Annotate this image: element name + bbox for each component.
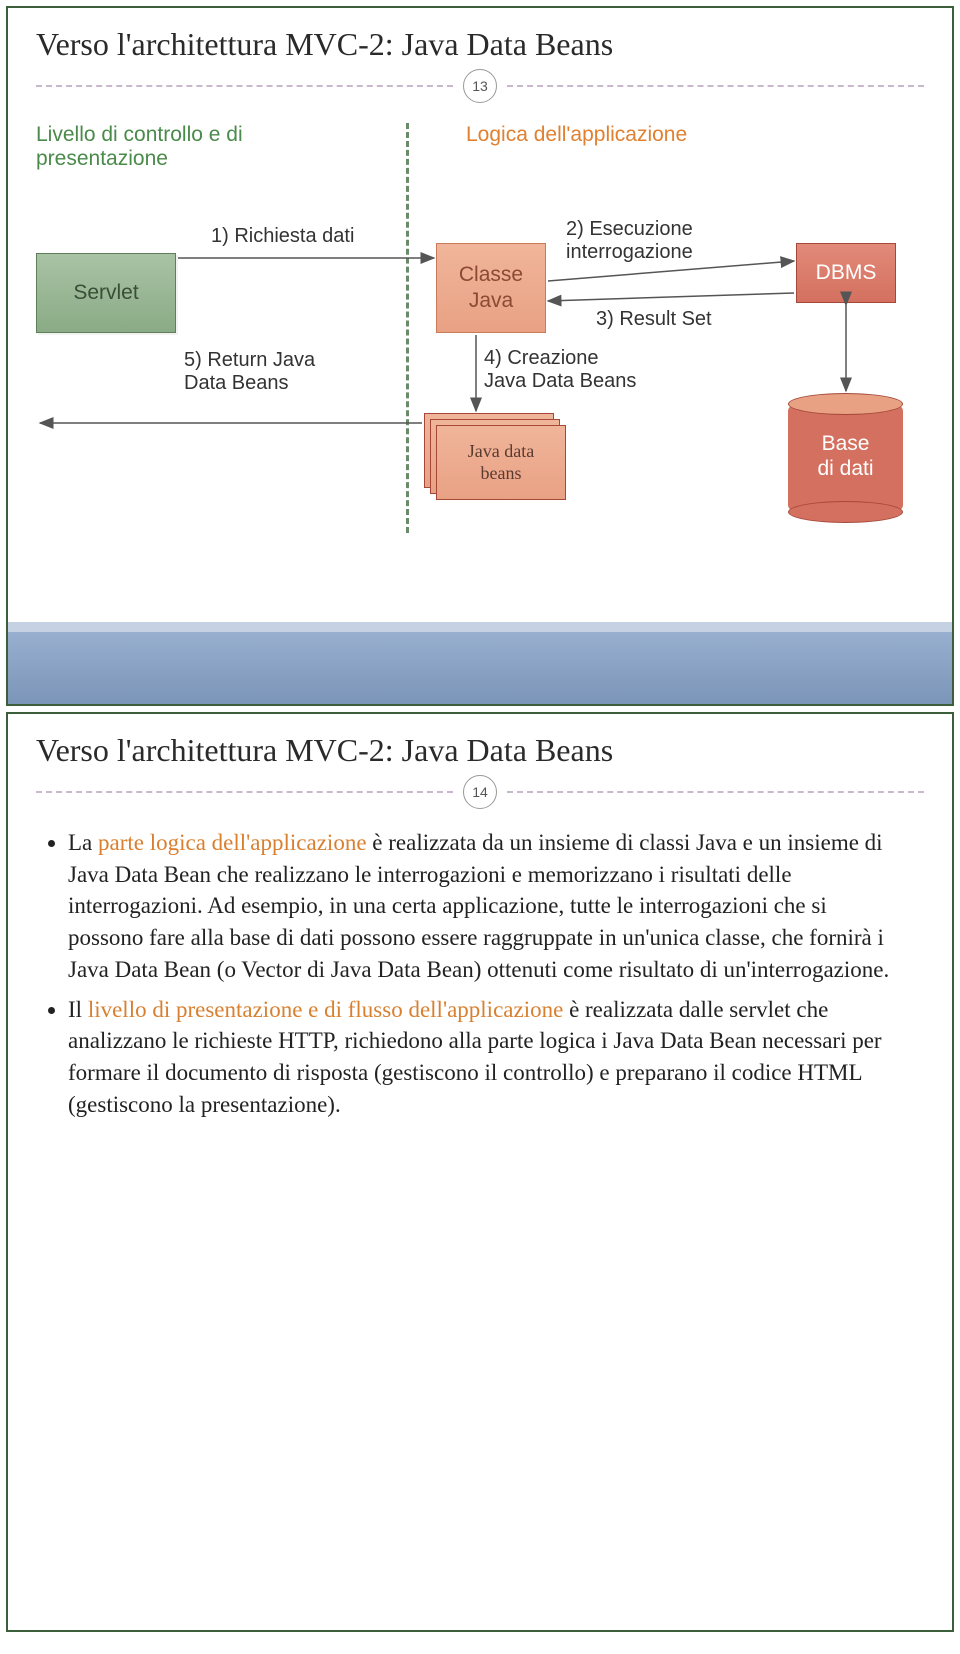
bullet-presentation-layer: Il livello di presentazione e di flusso … [68,994,892,1121]
left-layer-heading: Livello di controllo e di presentazione [36,123,243,171]
step-1-label: 1) Richiesta dati [211,225,354,248]
architecture-diagram: Livello di controllo e di presentazione … [36,123,924,603]
title-divider: 13 [8,69,952,103]
classe-java-box: ClasseJava [436,243,546,333]
step-3-label: 3) Result Set [596,308,712,331]
page-number-badge: 13 [463,69,497,103]
step-5-label: 5) Return JavaData Beans [184,349,315,395]
title-divider: 14 [8,775,952,809]
diagram-arrows [36,123,924,603]
right-layer-heading: Logica dell'applicazione [466,123,687,147]
slide-title: Verso l'architettura MVC-2: Java Data Be… [8,8,952,69]
java-data-beans-stack: Java databeans [424,413,554,498]
database-cylinder: Basedi dati [788,403,903,513]
step-4-label: 4) CreazioneJava Data Beans [484,347,636,393]
slide-footer-strip [8,632,952,704]
bullet-list: La parte logica dell'applicazione è real… [8,809,952,1121]
dbms-box: DBMS [796,243,896,303]
page-number-badge: 14 [463,775,497,809]
slide-14: Verso l'architettura MVC-2: Java Data Be… [6,712,954,1632]
slide-13: Verso l'architettura MVC-2: Java Data Be… [6,6,954,706]
slide-title: Verso l'architettura MVC-2: Java Data Be… [8,714,952,775]
servlet-box: Servlet [36,253,176,333]
layer-separator [406,123,409,533]
bullet-logic-layer: La parte logica dell'applicazione è real… [68,827,892,986]
step-2-label: 2) Esecuzioneinterrogazione [566,218,693,264]
